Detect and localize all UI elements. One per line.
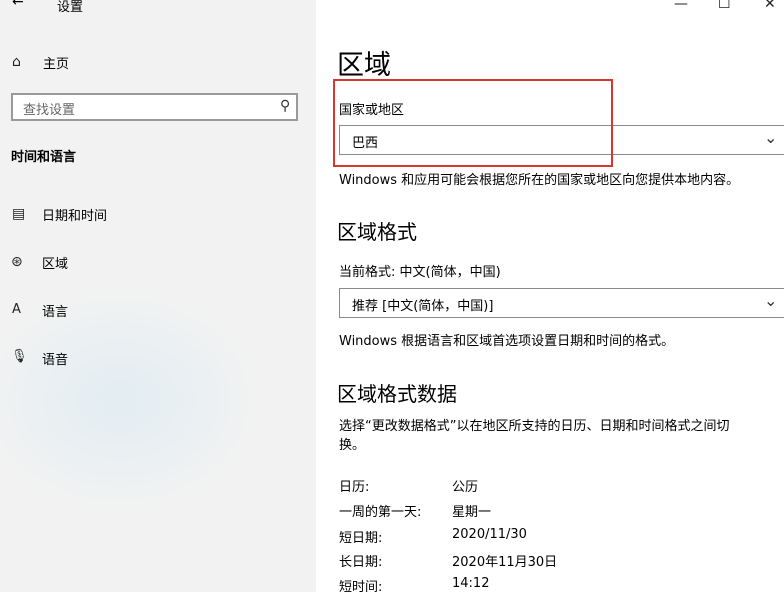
back-icon[interactable]: ←: [12, 0, 24, 10]
sidebar: ← 设置 ⌂ 主页 查找设置 ⚲ 时间和语言 ▤ 日期和时间 ⊛ 区域 A 语言…: [0, 0, 316, 592]
calendar-clock-icon: ▤: [12, 206, 26, 222]
main-content: — ☐ ✕ 区域 国家或地区 巴西 ⌄ Windows 和应用可能会根据您所在的…: [316, 0, 784, 592]
microphone-icon: 🎙: [11, 349, 28, 364]
sidebar-item-label: 语言: [42, 305, 69, 320]
format-heading: 区域格式: [337, 220, 417, 244]
format-data-description: 选择“更改数据格式”以在地区所支持的日历、日期和时间格式之间切: [339, 419, 730, 434]
search-box[interactable]: 查找设置 ⚲: [11, 93, 298, 121]
data-key-long-date: 长日期:: [339, 555, 383, 570]
data-value-long-date: 2020年11月30日: [452, 555, 558, 570]
data-key-short-time: 短时间:: [339, 580, 383, 592]
format-value: 推荐 [中文(简体，中国)]: [352, 299, 494, 314]
highlight-box: [333, 79, 613, 167]
country-description: Windows 和应用可能会根据您所在的国家或地区向您提供本地内容。: [339, 173, 740, 188]
data-value-first-day: 星期一: [452, 505, 492, 520]
data-key-first-day: 一周的第一天:: [339, 505, 422, 520]
sidebar-item-label: 区域: [42, 257, 69, 272]
format-description: Windows 根据语言和区域首选项设置日期和时间的格式。: [339, 334, 675, 349]
format-dropdown[interactable]: 推荐 [中文(简体，中国)] ⌄: [339, 288, 784, 318]
search-input-placeholder: 查找设置: [23, 103, 76, 118]
minimize-button[interactable]: —: [674, 0, 688, 12]
data-key-short-date: 短日期:: [339, 531, 383, 546]
chevron-down-icon: ⌄: [764, 128, 778, 147]
home-label: 主页: [43, 57, 70, 72]
format-data-heading: 区域格式数据: [337, 382, 457, 406]
data-key-calendar: 日历:: [339, 480, 370, 495]
data-value-short-time: 14:12: [452, 576, 490, 591]
data-value-calendar: 公历: [452, 480, 479, 495]
format-data-description-cont: 换。: [339, 438, 366, 453]
home-icon: ⌂: [12, 54, 21, 70]
current-format-label: 当前格式: 中文(简体，中国): [339, 265, 501, 280]
section-title: 时间和语言: [11, 150, 77, 165]
search-icon[interactable]: ⚲: [280, 98, 290, 114]
close-button[interactable]: ✕: [764, 0, 776, 12]
data-value-short-date: 2020/11/30: [452, 527, 527, 542]
window-title: 设置: [57, 0, 84, 15]
maximize-button[interactable]: ☐: [718, 0, 731, 12]
sidebar-item-label: 日期和时间: [42, 209, 108, 224]
chevron-down-icon: ⌄: [764, 291, 778, 310]
page-title: 区域: [337, 50, 391, 81]
sidebar-item-label: 语音: [42, 353, 69, 368]
globe-icon: ⊛: [11, 254, 23, 270]
language-icon: A: [12, 302, 21, 317]
